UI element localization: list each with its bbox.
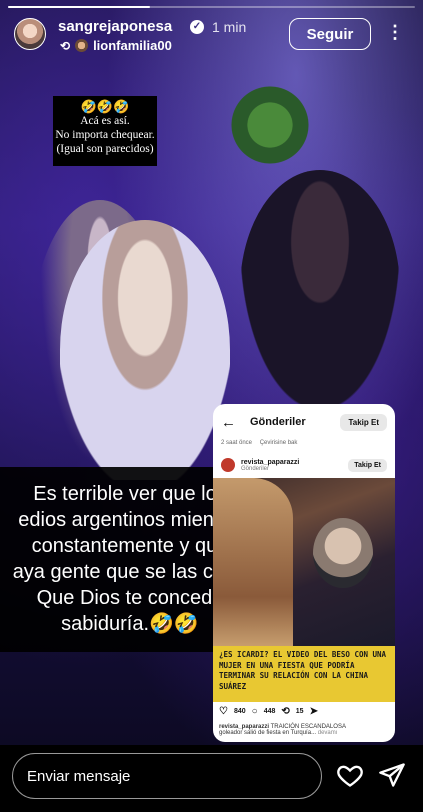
card-headline: ¿ES ICARDI? EL VIDEO DEL BESO CON UNA MU… (213, 646, 395, 702)
card-heart-icon: ♡ (219, 706, 228, 717)
caption-line: (Igual son parecidos) (56, 143, 154, 155)
repost-icon: ⟲ (60, 38, 71, 53)
reposted-from: lionfamilia00 (93, 38, 172, 53)
card-footer: revista_paparazzi TRAICIÓN ESCANDALOSA g… (219, 724, 346, 736)
caption-small: 🤣🤣🤣 Acá es así. No importa chequear. (Ig… (53, 96, 157, 166)
back-arrow-icon: ← (221, 413, 236, 431)
scene-figure (60, 220, 230, 480)
card-profile-follow: Takip Et (348, 458, 387, 472)
username[interactable]: sangrejaponesa (58, 18, 172, 35)
card-comments: 448 (263, 708, 276, 715)
avatar[interactable] (14, 18, 46, 50)
more-icon[interactable]: ⋮ (386, 22, 404, 42)
heart-icon[interactable] (336, 761, 364, 789)
card-reposts: 15 (295, 708, 304, 715)
story-progress (8, 6, 415, 8)
card-photo-woman (213, 478, 293, 648)
card-profile-sub: Gönderiler (241, 465, 270, 472)
post-time: 1 min (212, 19, 247, 35)
card-meta-translate: Çevirisine bak (259, 440, 298, 446)
reply-bar (0, 745, 423, 812)
story-progress-fill (8, 6, 151, 8)
card-photo (213, 478, 395, 648)
message-input[interactable] (12, 753, 322, 799)
story-header: sangrejaponesa ✓ 1 min ⟲ lionfamilia00 S… (14, 16, 409, 56)
mini-avatar (75, 39, 89, 52)
card-title: Gönderiler (250, 416, 306, 428)
card-meta-time: 2 saat önce (221, 440, 253, 446)
card-follow-button: Takip Et (340, 413, 387, 431)
card-comment-icon: ○ (251, 706, 258, 717)
card-actions: ♡ 840 ○ 448 ⟲ 15 ➤ (219, 706, 318, 717)
card-meta: 2 saat önce Çevirisine bak (213, 440, 395, 452)
repost-attribution[interactable]: ⟲ lionfamilia00 (60, 38, 172, 53)
send-icon[interactable] (378, 761, 406, 789)
card-repost-icon: ⟲ (281, 706, 290, 717)
follow-button[interactable]: Seguir (289, 18, 371, 50)
card-footer-line2: goleador salió de fiesta en Turquía... (219, 730, 317, 736)
scene-figure (225, 80, 315, 170)
card-share-icon: ➤ (309, 706, 318, 717)
caption-line: No importa chequear. (55, 129, 155, 141)
card-profile: revista_paparazzi Gönderiler Takip Et (213, 452, 395, 478)
card-avatar (221, 458, 235, 472)
card-likes: 840 (233, 708, 246, 715)
story-media[interactable]: sangrejaponesa ✓ 1 min ⟲ lionfamilia00 S… (0, 0, 423, 745)
caption-emojis: 🤣🤣🤣 (80, 99, 130, 114)
embedded-post-screenshot: ← Gönderiler Takip Et 2 saat önce Çeviri… (213, 404, 395, 742)
card-photo-man (313, 518, 373, 588)
caption-line: Acá es así. (80, 115, 130, 127)
card-profile-name: revista_paparazzi (241, 458, 300, 466)
card-topbar: ← Gönderiler Takip Et (213, 404, 395, 440)
card-footer-more: devamı (317, 730, 338, 736)
scene-figure (240, 170, 400, 410)
verified-icon: ✓ (190, 20, 204, 34)
